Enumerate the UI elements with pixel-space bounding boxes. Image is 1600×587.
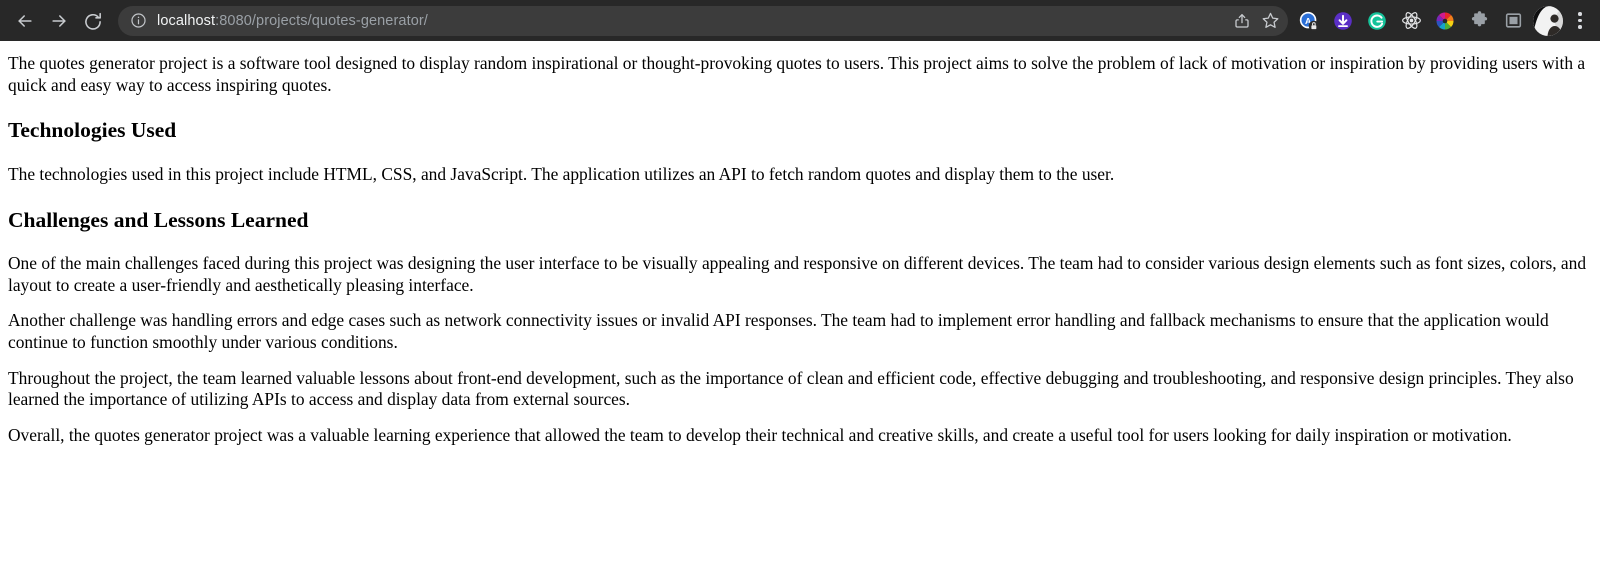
react-devtools-extension-button[interactable]	[1394, 4, 1428, 38]
challenges-paragraph-2: Another challenge was handling errors an…	[8, 310, 1549, 353]
site-information-icon[interactable]	[129, 11, 148, 30]
info-circle-icon	[131, 13, 146, 28]
avatar-image	[1533, 5, 1563, 36]
star-icon	[1262, 12, 1278, 28]
colorzilla-extension-button[interactable]	[1428, 4, 1462, 38]
page-content: The quotes generator project is a softwa…	[0, 41, 1600, 587]
menu-dot	[1578, 12, 1582, 16]
browser-toolbar: localhost:8080/projects/quotes-generator…	[0, 0, 1600, 41]
url-host: localhost	[157, 12, 216, 29]
side-panel-icon	[1505, 13, 1521, 28]
adblock-extension-button[interactable]: A	[1292, 4, 1326, 38]
url-text[interactable]: localhost:8080/projects/quotes-generator…	[157, 13, 1228, 29]
url-path: :8080/projects/quotes-generator/	[215, 12, 428, 29]
menu-dot	[1578, 18, 1582, 23]
address-bar[interactable]: localhost:8080/projects/quotes-generator…	[118, 5, 1288, 36]
grammarly-icon	[1368, 11, 1386, 30]
profile-avatar[interactable]	[1533, 5, 1563, 36]
challenges-paragraph-3: Throughout the project, the team learned…	[8, 367, 1574, 410]
arrow-left-icon	[18, 14, 32, 27]
challenges-paragraph-1: One of the main challenges faced during …	[8, 253, 1587, 295]
grammarly-extension-button[interactable]	[1360, 4, 1394, 38]
toolbar-extension-area: A	[1292, 4, 1594, 38]
technologies-heading: Technologies Used	[8, 118, 177, 143]
side-panel-button[interactable]	[1496, 4, 1530, 38]
color-wheel-icon	[1436, 11, 1454, 30]
arrow-right-icon	[52, 14, 66, 27]
adblock-icon: A	[1299, 11, 1319, 31]
puzzle-piece-icon	[1471, 11, 1487, 27]
technologies-paragraph: The technologies used in this project in…	[8, 163, 1115, 184]
download-manager-extension-button[interactable]	[1326, 4, 1360, 38]
download-arrow-icon	[1334, 11, 1352, 30]
intro-paragraph: The quotes generator project is a softwa…	[8, 53, 1586, 95]
challenges-heading: Challenges and Lessons Learned	[8, 207, 309, 232]
forward-button[interactable]	[42, 4, 76, 38]
back-button[interactable]	[8, 4, 42, 38]
chrome-menu-button[interactable]	[1566, 4, 1594, 38]
menu-dot	[1578, 25, 1582, 29]
bookmark-button[interactable]	[1256, 7, 1284, 35]
share-button[interactable]	[1228, 7, 1256, 35]
reload-button[interactable]	[76, 4, 110, 38]
react-atom-icon	[1401, 12, 1421, 29]
share-icon	[1235, 13, 1249, 28]
reload-icon	[85, 12, 101, 30]
extensions-puzzle-button[interactable]	[1462, 4, 1496, 38]
overall-paragraph: Overall, the quotes generator project wa…	[8, 424, 1512, 445]
